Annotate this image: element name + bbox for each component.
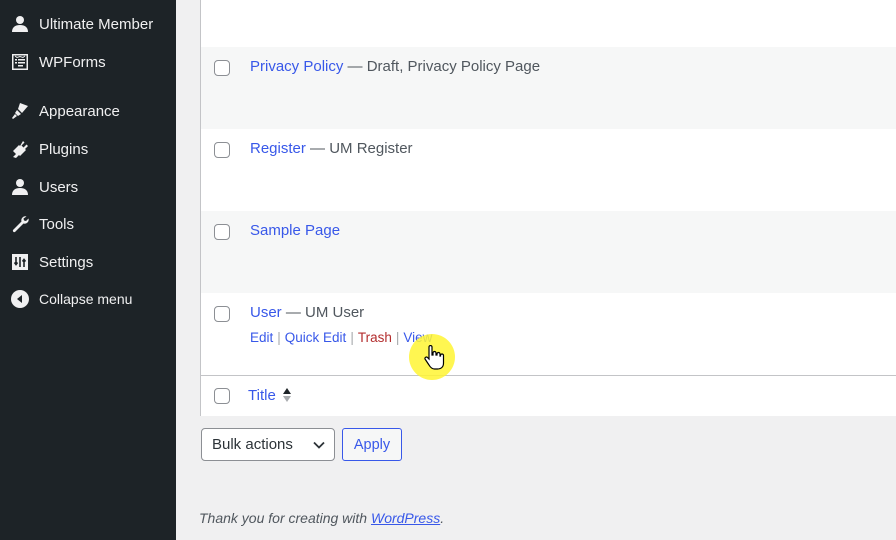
wrench-icon [10, 214, 30, 234]
pages-table: Privacy Policy — Draft, Privacy Policy P… [200, 0, 896, 416]
page-title-link[interactable]: Sample Page [250, 222, 340, 239]
row-checkbox[interactable] [214, 306, 230, 322]
title-column-sort-link[interactable]: Title [248, 387, 276, 404]
page-state: — UM Register [305, 140, 413, 157]
table-row-empty [201, 0, 896, 47]
separator: | [277, 330, 281, 345]
table-row: Privacy Policy — Draft, Privacy Policy P… [201, 47, 896, 129]
sidebar-item-label: Settings [39, 253, 94, 271]
settings-icon [10, 252, 30, 272]
page-state: — UM User [281, 304, 365, 321]
sidebar-item-label: Tools [39, 215, 75, 233]
sidebar-item-tools[interactable]: Tools [0, 207, 176, 241]
quick-edit-link[interactable]: Quick Edit [285, 330, 347, 345]
bulk-actions-select[interactable]: Bulk actions [201, 428, 335, 461]
apply-button[interactable]: Apply [342, 428, 402, 461]
collapse-icon [10, 289, 30, 309]
table-row: Sample Page [201, 211, 896, 293]
sidebar-item-label: Plugins [39, 140, 89, 158]
users-icon [10, 177, 30, 197]
table-row: Register — UM Register [201, 129, 896, 211]
row-checkbox[interactable] [214, 60, 230, 76]
sidebar-item-settings[interactable]: Settings [0, 245, 176, 279]
sidebar-item-users[interactable]: Users [0, 170, 176, 204]
separator: | [395, 330, 400, 345]
table-footer-row: Title [201, 375, 896, 416]
table-row: User — UM User Edit|Quick Edit|Trash|Vie… [201, 293, 896, 375]
sidebar-item-plugins[interactable]: Plugins [0, 132, 176, 166]
sidebar-item-wpforms[interactable]: WPForms [0, 45, 176, 79]
admin-sidebar: Ultimate Member WPForms Appearance Plugi… [0, 0, 176, 540]
row-checkbox[interactable] [214, 224, 230, 240]
page-title-link[interactable]: User [250, 304, 282, 321]
sidebar-item-label: Collapse menu [39, 291, 133, 307]
collapse-menu-button[interactable]: Collapse menu [0, 282, 176, 316]
separator: | [350, 330, 354, 345]
row-actions: Edit|Quick Edit|Trash|View [250, 330, 432, 345]
select-all-checkbox[interactable] [214, 388, 230, 404]
trash-link[interactable]: Trash [358, 330, 392, 345]
edit-link[interactable]: Edit [250, 330, 273, 345]
sidebar-item-label: Appearance [39, 102, 120, 120]
wordpress-link[interactable]: WordPress [371, 510, 440, 526]
user-icon [10, 14, 30, 34]
page-title-link[interactable]: Privacy Policy [250, 58, 343, 75]
sidebar-item-ultimate-member[interactable]: Ultimate Member [0, 7, 176, 41]
page-title-link[interactable]: Register [250, 140, 306, 157]
form-icon [10, 52, 30, 72]
sidebar-item-label: WPForms [39, 53, 106, 71]
sidebar-item-appearance[interactable]: Appearance [0, 94, 176, 128]
sidebar-item-label: Users [39, 178, 79, 196]
hand-cursor-icon [424, 345, 445, 370]
admin-footer-text: Thank you for creating with WordPress. [199, 510, 445, 526]
sort-icon [283, 388, 291, 402]
page-state: — Draft, Privacy Policy Page [343, 58, 541, 75]
sidebar-item-label: Ultimate Member [39, 15, 154, 33]
plugin-icon [10, 139, 30, 159]
chevron-down-icon [313, 441, 325, 449]
row-checkbox[interactable] [214, 142, 230, 158]
paintbrush-icon [10, 101, 30, 121]
bulk-actions-value: Bulk actions [212, 436, 293, 453]
